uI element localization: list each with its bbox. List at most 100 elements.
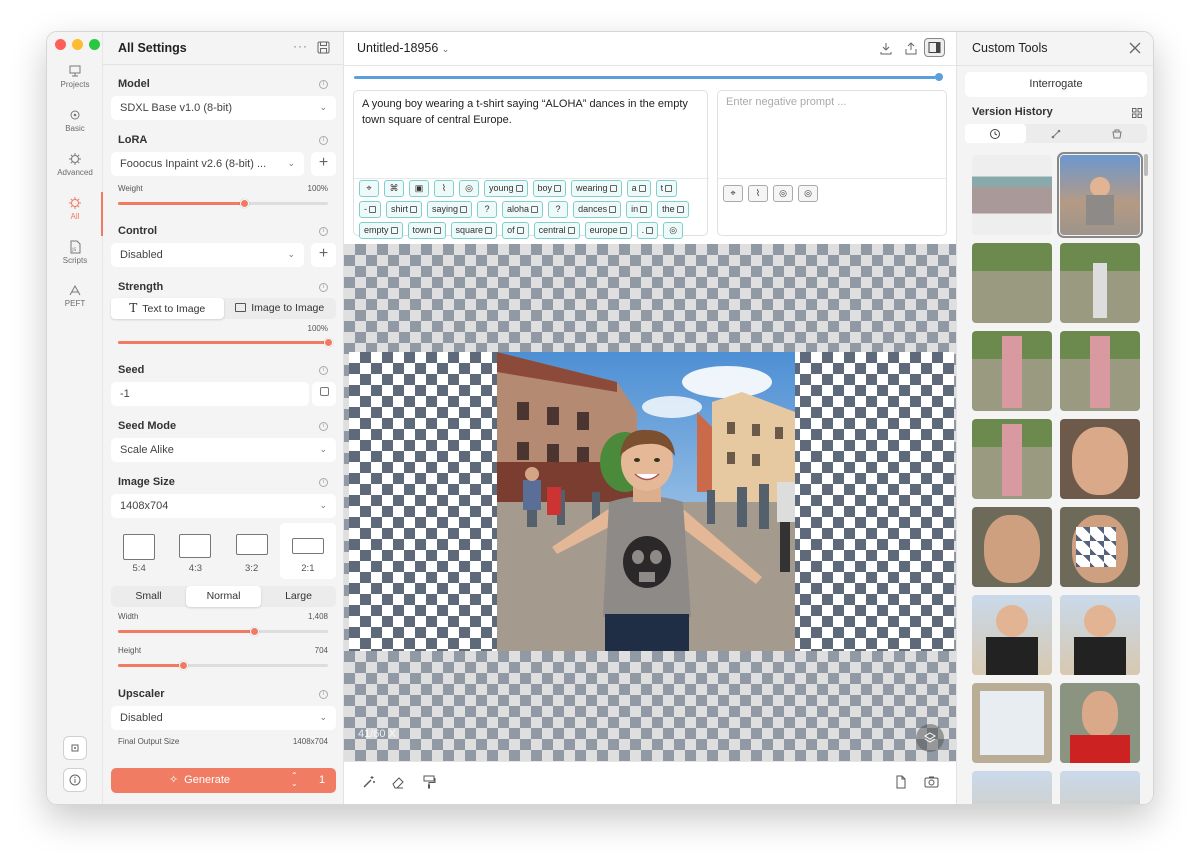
prompt-token[interactable]: dances: [573, 201, 622, 218]
token-tool-icon[interactable]: ⌇: [434, 180, 454, 197]
prompt-token[interactable]: the: [657, 201, 689, 218]
token-remove-icon[interactable]: [531, 206, 539, 214]
model-info-icon[interactable]: i: [319, 80, 328, 89]
token-tool-icon[interactable]: ⌖: [359, 180, 379, 197]
history-tab[interactable]: [965, 124, 1026, 143]
toggle-panel-button[interactable]: [924, 38, 945, 57]
token-remove-icon[interactable]: [676, 206, 684, 214]
interrogate-button[interactable]: Interrogate: [965, 72, 1147, 97]
token-remove-icon[interactable]: [609, 185, 617, 193]
control-info-icon[interactable]: i: [319, 227, 328, 236]
token-remove-icon[interactable]: [638, 185, 646, 193]
upscaler-select[interactable]: Disabled ⌄: [111, 706, 336, 730]
version-thumbnail[interactable]: [972, 595, 1052, 675]
seed-mode-info-icon[interactable]: i: [319, 422, 328, 431]
token-remove-icon[interactable]: [609, 206, 617, 214]
version-thumbnail[interactable]: [972, 419, 1052, 499]
version-thumbnail[interactable]: [972, 683, 1052, 763]
prompt-token[interactable]: square: [450, 222, 498, 239]
prompt-token[interactable]: empty: [359, 222, 403, 239]
token-remove-icon[interactable]: [433, 227, 441, 235]
rail-item-projects[interactable]: Projects: [47, 64, 103, 89]
version-thumbnail[interactable]: [1060, 419, 1140, 499]
prompt-token[interactable]: shirt: [386, 201, 423, 218]
seed-mode-select[interactable]: Scale Alike ⌄: [111, 438, 336, 462]
token-tool-icon[interactable]: ▣: [409, 180, 429, 197]
weight-slider[interactable]: [118, 199, 328, 208]
seed-info-icon[interactable]: i: [319, 366, 328, 375]
version-thumbnail[interactable]: [972, 243, 1052, 323]
add-control-button[interactable]: +: [311, 243, 336, 267]
prompt-token[interactable]: .: [636, 222, 659, 239]
rail-item-basic[interactable]: Basic: [47, 108, 103, 133]
token-tool-icon[interactable]: ⌘: [384, 180, 404, 197]
document-icon[interactable]: [894, 775, 908, 789]
rail-item-peft[interactable]: PEFT: [47, 283, 103, 308]
version-thumbnail[interactable]: [972, 331, 1052, 411]
negative-prompt-placeholder[interactable]: Enter negative prompt ...: [726, 96, 846, 108]
lora-info-icon[interactable]: i: [319, 136, 328, 145]
seed-input[interactable]: -1: [111, 382, 309, 406]
negative-prompt-editor[interactable]: Enter negative prompt ... ⌖ ⌇ ◎ ◎: [717, 90, 947, 236]
slider-knob[interactable]: [239, 199, 249, 208]
token-weight-icon[interactable]: ?: [548, 201, 569, 218]
prompt-token[interactable]: saying: [427, 201, 473, 218]
ratio-4-3-option[interactable]: 4:3: [167, 523, 223, 579]
prompt-token[interactable]: -: [359, 201, 381, 218]
attach-icon[interactable]: ⌇: [748, 185, 768, 202]
download-icon[interactable]: [879, 41, 893, 55]
lora-select[interactable]: Fooocus Inpaint v2.6 (8-bit) ... ⌄: [111, 152, 304, 176]
prompt-token[interactable]: a: [626, 180, 651, 197]
prompt-editor[interactable]: A young boy wearing a t-shirt saying “AL…: [353, 90, 709, 239]
magic-wand-icon[interactable]: [362, 775, 376, 789]
version-thumbnail[interactable]: [1060, 595, 1140, 675]
model-select[interactable]: SDXL Base v1.0 (8-bit) ⌄: [111, 96, 336, 120]
add-lora-button[interactable]: +: [311, 152, 336, 176]
more-icon[interactable]: ···: [293, 39, 308, 53]
text-to-image-tab[interactable]: T Text to Image: [111, 298, 224, 319]
slider-knob[interactable]: [323, 338, 333, 347]
prompt-token[interactable]: t: [655, 180, 678, 197]
image-size-info-icon[interactable]: i: [319, 478, 328, 487]
camera-icon[interactable]: [924, 775, 939, 789]
token-remove-icon[interactable]: [515, 185, 523, 193]
rail-item-advanced[interactable]: Advanced: [47, 152, 103, 177]
slider-knob[interactable]: [178, 661, 188, 670]
prompt-token[interactable]: europe: [584, 222, 632, 239]
token-remove-icon[interactable]: [640, 206, 648, 214]
about-button[interactable]: [63, 768, 87, 792]
version-thumbnail[interactable]: [972, 771, 1052, 804]
strength-info-icon[interactable]: i: [319, 283, 328, 292]
token-remove-icon[interactable]: [567, 227, 575, 235]
token-remove-icon[interactable]: [646, 227, 654, 235]
grid-view-icon[interactable]: [1132, 108, 1142, 118]
canvas[interactable]: 41/60 X: [344, 244, 956, 761]
version-thumbnail[interactable]: [1060, 331, 1140, 411]
ratio-3-2-option[interactable]: 3:2: [224, 523, 280, 579]
ratio-2-1-option[interactable]: 2:1: [279, 523, 336, 579]
target-icon[interactable]: ◎: [798, 185, 818, 202]
token-remove-icon[interactable]: [665, 185, 673, 193]
image-size-select[interactable]: 1408x704 ⌄: [111, 494, 336, 518]
zoom-window-button[interactable]: [89, 39, 100, 50]
prompt-token[interactable]: town: [407, 222, 446, 239]
prompt-token[interactable]: wearing: [571, 180, 622, 197]
version-thumbnail[interactable]: [972, 507, 1052, 587]
target-icon[interactable]: ◎: [773, 185, 793, 202]
version-thumbnail[interactable]: [1060, 683, 1140, 763]
prompt-token[interactable]: young: [484, 180, 528, 197]
tool-icon[interactable]: ⌖: [723, 185, 743, 202]
token-remove-icon[interactable]: [460, 206, 468, 214]
generated-image[interactable]: [497, 352, 795, 651]
token-remove-icon[interactable]: [554, 185, 562, 193]
save-icon[interactable]: [317, 41, 330, 54]
token-end-icon[interactable]: ◎: [663, 222, 684, 239]
prompt-token[interactable]: aloha: [502, 201, 544, 218]
version-thumbnail[interactable]: [1057, 152, 1143, 238]
version-thumbnail[interactable]: [1060, 243, 1140, 323]
version-thumbnail[interactable]: [1060, 771, 1140, 804]
prompt-token[interactable]: of: [502, 222, 529, 239]
share-icon[interactable]: [904, 41, 918, 55]
paint-roller-icon[interactable]: [422, 775, 436, 789]
bucket-tab[interactable]: [1086, 124, 1147, 143]
